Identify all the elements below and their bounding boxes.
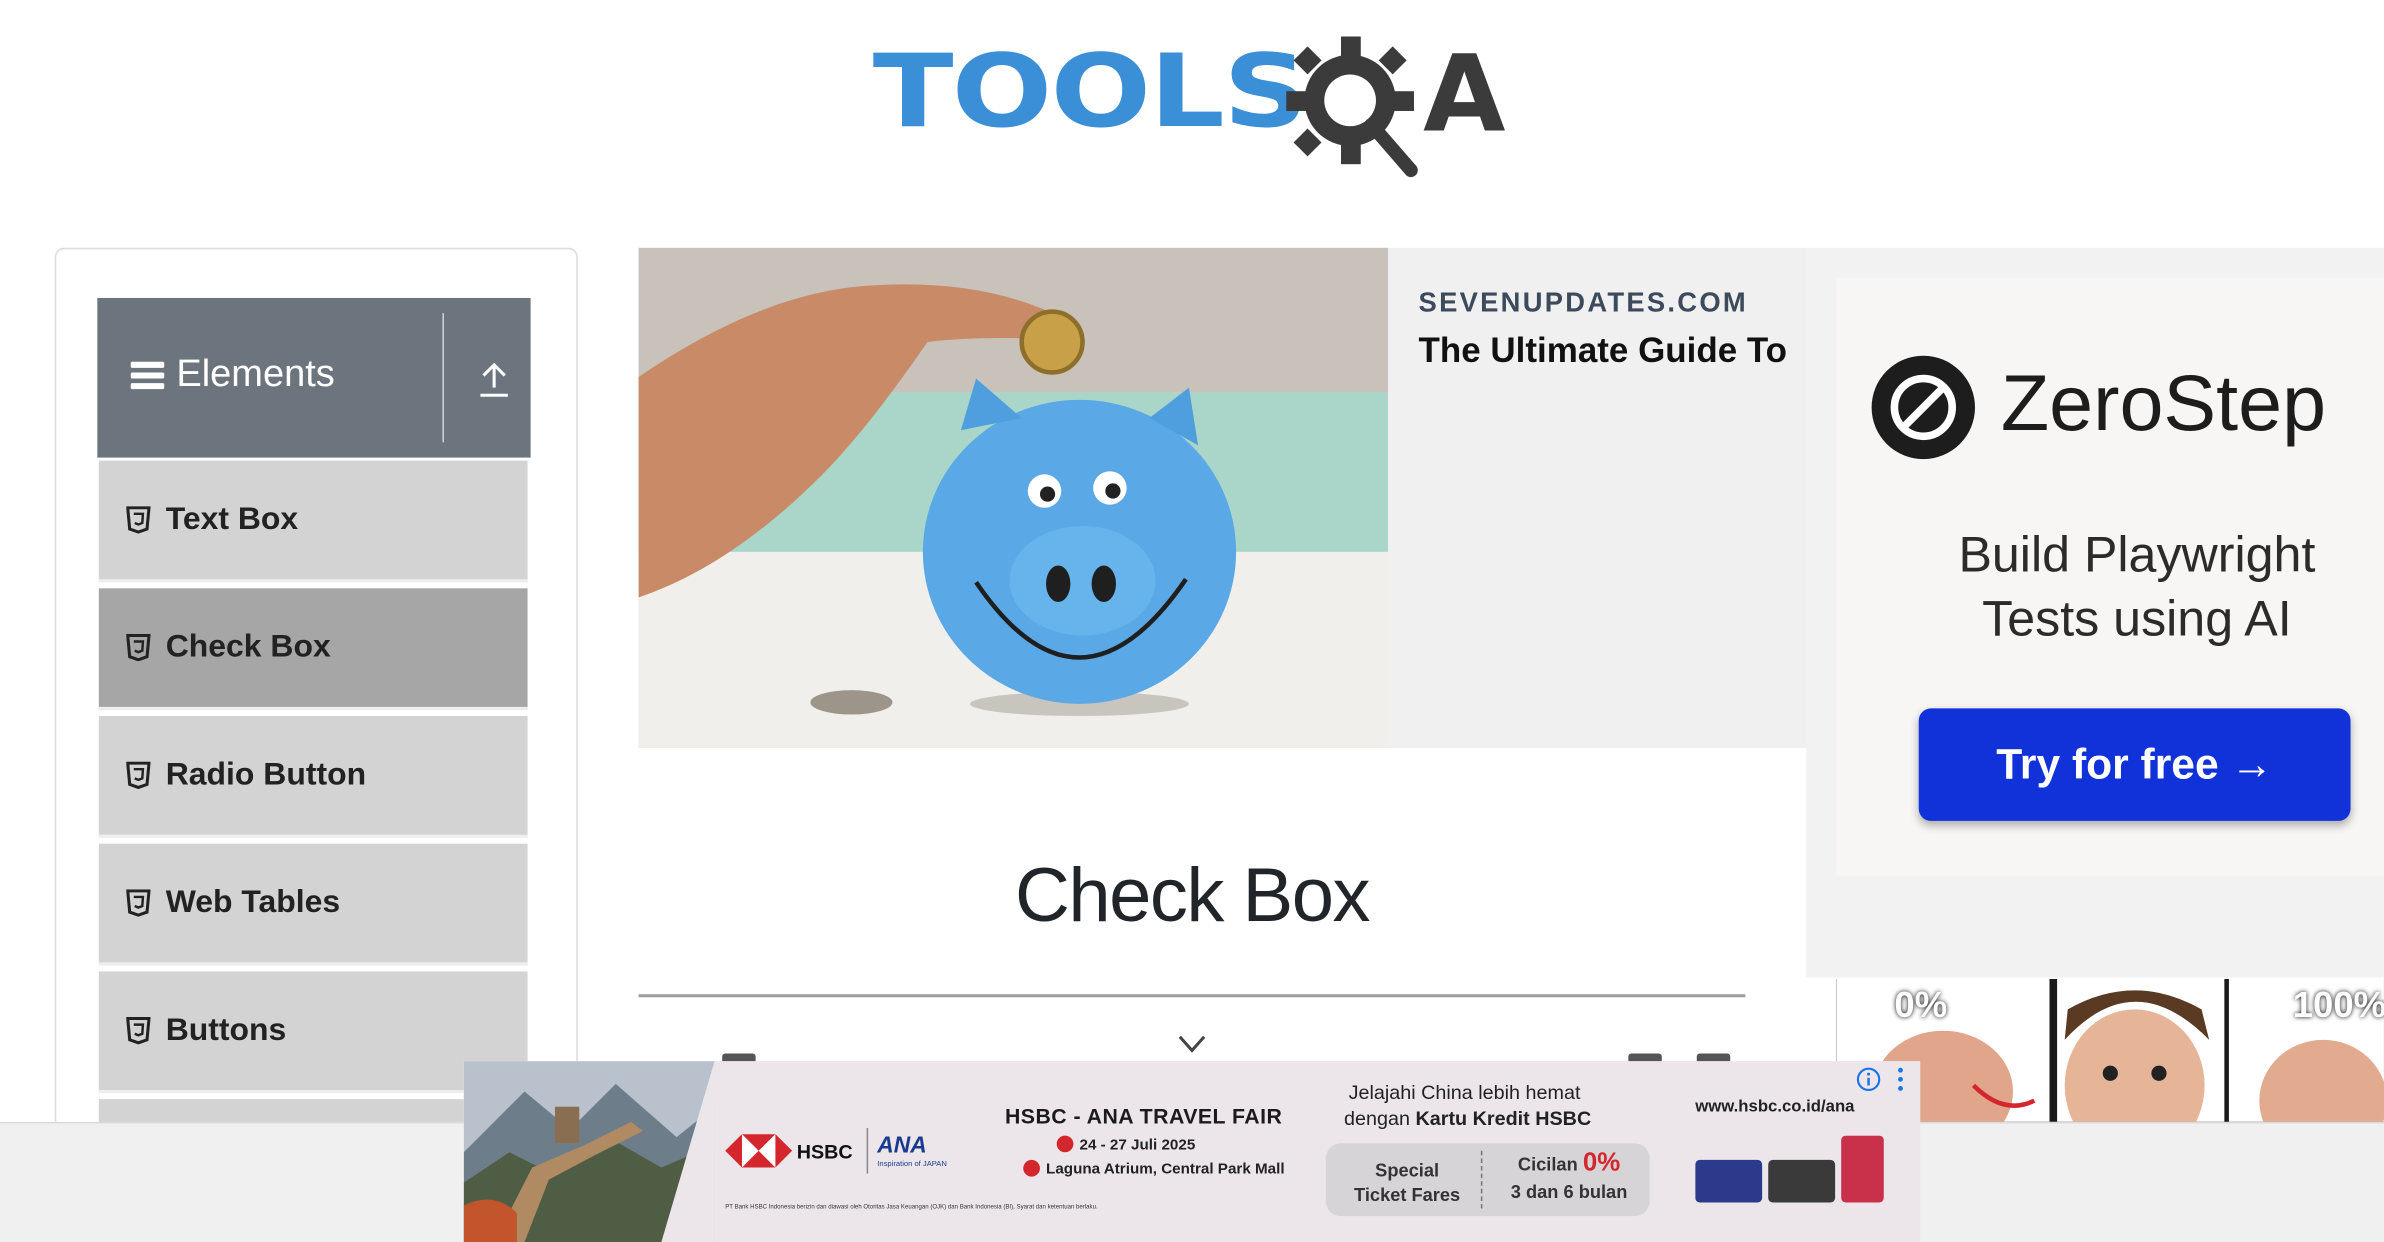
great-wall-image (463, 1061, 715, 1242)
ad-headline[interactable]: The Ultimate Guide To (1419, 330, 1788, 371)
offer-a: Special Ticket Fares (1350, 1158, 1464, 1207)
sidebar-item-web-tables[interactable]: Web Tables (98, 843, 528, 966)
chevron-down-icon[interactable] (1178, 1035, 1206, 1053)
banner-location: Laguna Atrium, Central Park Mall (1023, 1159, 1285, 1179)
header-divider (442, 313, 444, 443)
html5-icon (126, 1017, 151, 1045)
ad-tagline-line1: Build Playwright (1958, 525, 2316, 583)
ana-wordmark: ANA (877, 1132, 927, 1159)
title-divider (638, 994, 1746, 998)
html5-icon (126, 633, 151, 662)
html5-icon (126, 506, 151, 534)
banner-date-text: 24 - 27 Juli 2025 (1079, 1137, 1196, 1154)
try-for-free-button[interactable]: Try for free → (1918, 708, 2351, 821)
banner-location-text: Laguna Atrium, Central Park Mall (1046, 1161, 1285, 1179)
video-label-0: 0% (1894, 985, 1948, 1027)
offer-b: Cicilan 0% 3 dan 6 bulan (1493, 1149, 1645, 1205)
banner-url[interactable]: www.hsbc.co.id/ana (1695, 1098, 1854, 1116)
ad-domain: SEVENUPDATES.COM (1418, 287, 1749, 318)
hsbc-logo-icon (725, 1134, 793, 1168)
logo-text-a: A (1423, 31, 1506, 157)
banner-tagline-line1: Jelajahi China lebih hemat (1348, 1080, 1581, 1104)
logo-separator (866, 1127, 869, 1174)
zerostep-logo-icon (1871, 355, 1975, 460)
sidebar-item-text-box[interactable]: Text Box (98, 460, 528, 583)
ad-brand-name: ZeroStep (2000, 360, 2327, 449)
banner-title: HSBC - ANA TRAVEL FAIR (1004, 1103, 1283, 1128)
banner-fine-print: PT Bank HSBC Indonesia berizin dan diawa… (725, 1202, 1098, 1211)
piggy-bank-image (638, 247, 1389, 748)
ad-tagline: Build Playwright Tests using AI (1837, 523, 2384, 651)
offer-b-prefix: Cicilan (1517, 1153, 1578, 1176)
ad-info-icon[interactable] (1856, 1067, 1881, 1092)
ad-tagline-line2: Tests using AI (1982, 589, 2292, 647)
offer-b-pct: 0% (1582, 1147, 1621, 1177)
credit-cards-image (1695, 1135, 1884, 1203)
hsbc-wordmark: HSBC (796, 1140, 853, 1163)
calendar-icon (1056, 1135, 1074, 1153)
menu-group-title: Elements (176, 352, 335, 396)
html5-icon (126, 761, 151, 789)
sponsored-ad[interactable]: SEVENUPDATES.COM The Ultimate Guide To (638, 247, 1807, 748)
gear-magnifier-icon (1286, 36, 1418, 178)
ad-options-icon[interactable] (1896, 1067, 1905, 1091)
sidebar-item-check-box[interactable]: Check Box (98, 588, 528, 710)
banner-tagline-line2: dengan Kartu Kredit HSBC (1344, 1107, 1591, 1130)
sidebar-item-label: Web Tables (165, 884, 341, 920)
menu-group-elements[interactable]: Elements (97, 297, 531, 458)
html5-icon (126, 889, 151, 917)
sidebar-item-label: Radio Button (165, 757, 367, 793)
video-label-100: 100% (2292, 985, 2384, 1027)
banner-offer-pill: Special Ticket Fares Cicilan 0% 3 dan 6 … (1325, 1143, 1650, 1217)
offer-separator (1480, 1150, 1483, 1209)
logo-text-tools: TOOLS (872, 33, 1309, 151)
offer-b-line2: 3 dan 6 bulan (1510, 1181, 1628, 1203)
offer-a-line2: Ticket Fares (1354, 1184, 1461, 1206)
collapse-up-icon[interactable] (477, 362, 510, 398)
hsbc-banner-ad[interactable]: HSBC ANA Inspiration of JAPAN HSBC - ANA… (463, 1061, 1921, 1242)
sidebar-item-radio-button[interactable]: Radio Button (98, 716, 528, 838)
banner-tagline-prefix: dengan (1344, 1106, 1411, 1130)
offer-a-line1: Special (1375, 1159, 1440, 1182)
page-title: Check Box (1015, 852, 1370, 938)
location-pin-icon (1023, 1159, 1040, 1177)
hamburger-icon (130, 361, 165, 391)
banner-tagline-bold: Kartu Kredit HSBC (1415, 1106, 1592, 1130)
sidebar-item-label: Buttons (165, 1012, 287, 1048)
ana-subline: Inspiration of JAPAN (877, 1159, 947, 1170)
sidebar-item-label: Check Box (165, 629, 331, 665)
sidebar-item-label: Text Box (165, 501, 299, 537)
banner-date: 24 - 27 Juli 2025 (1056, 1135, 1196, 1154)
toolsqa-logo[interactable]: TOOLS A (873, 30, 1519, 182)
